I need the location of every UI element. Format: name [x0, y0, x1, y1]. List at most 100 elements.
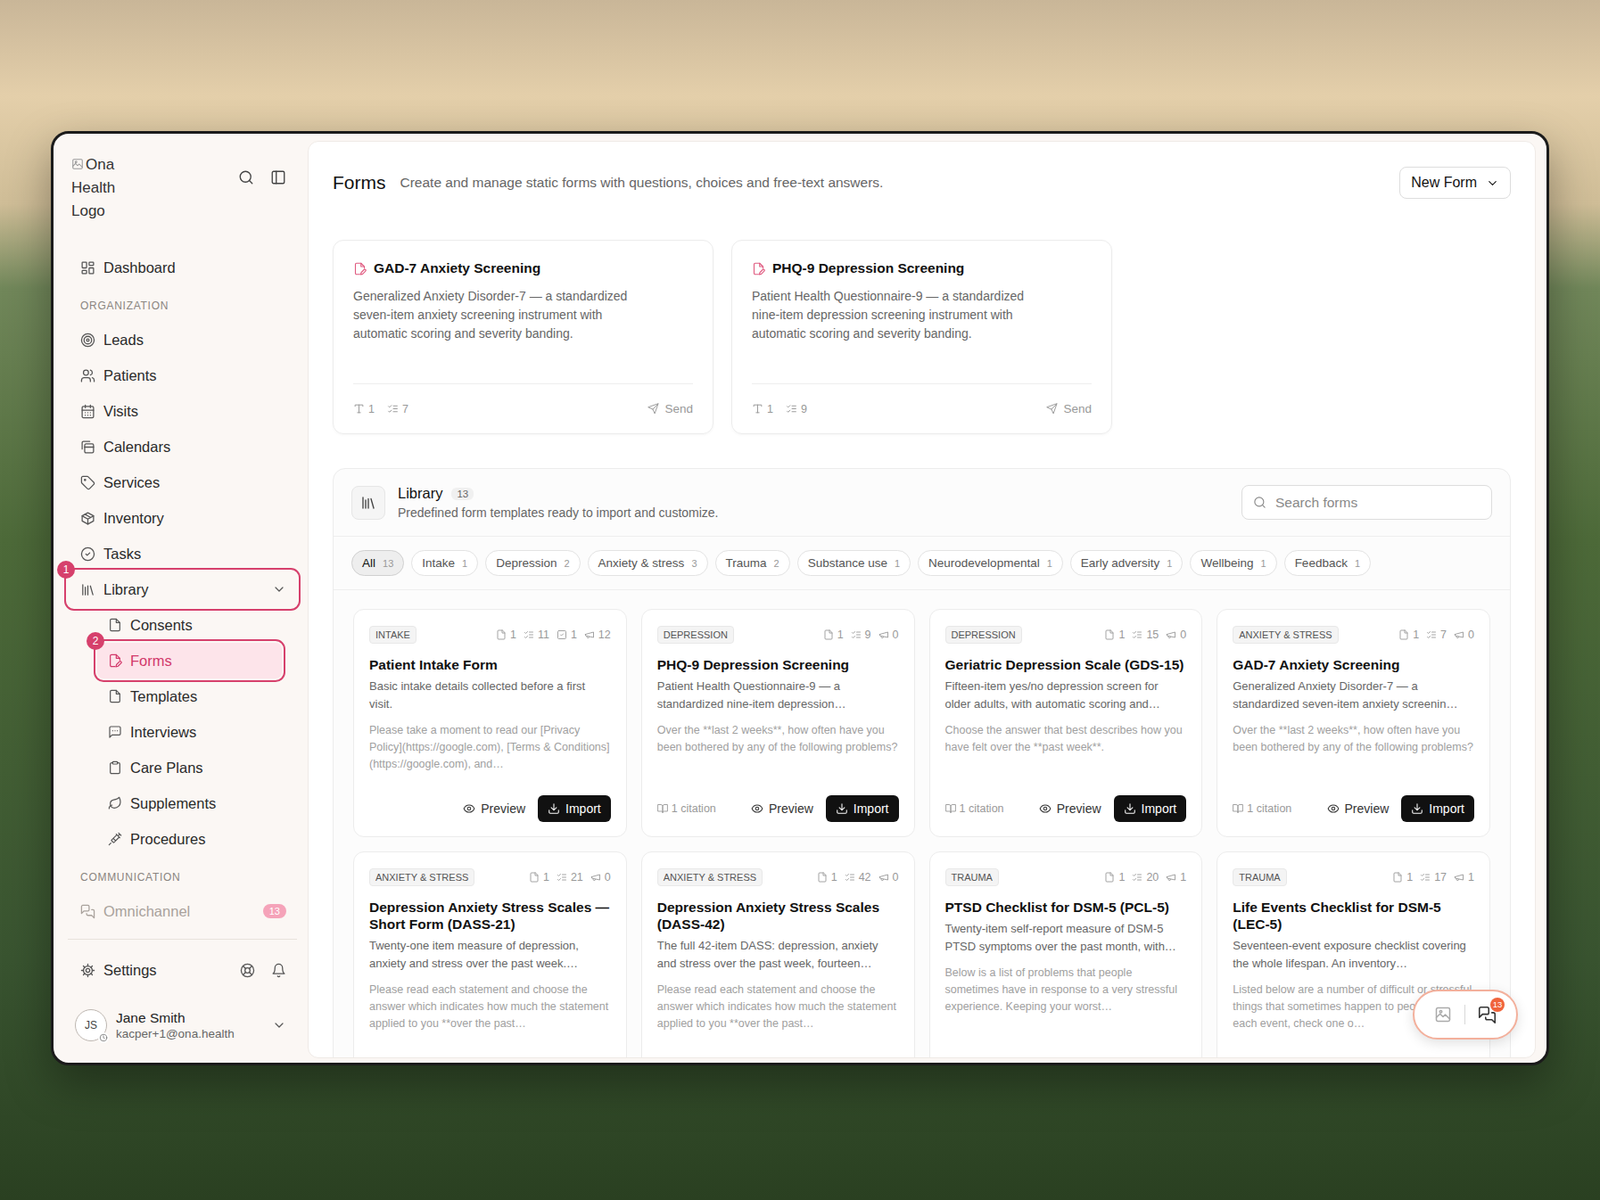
download-icon [1410, 802, 1424, 816]
library-count: 13 [451, 487, 474, 501]
nav-item[interactable]: Omnichannel13 [67, 893, 297, 930]
subnav-item[interactable]: Interviews [97, 714, 282, 751]
new-form-button[interactable]: New Form [1399, 166, 1511, 199]
template-stat: 0 [878, 871, 899, 884]
template-title: Patient Intake Form [369, 656, 611, 674]
lifebuoy-icon[interactable] [239, 963, 256, 979]
logo[interactable]: Ona Health Logo [71, 153, 129, 223]
bell-icon[interactable] [271, 963, 287, 979]
filter-chip[interactable]: Neurodevelopmental1 [917, 550, 1064, 577]
import-button[interactable]: Import [1113, 795, 1188, 823]
form-stat: 1 [751, 403, 774, 416]
template-stat: 12 [584, 628, 611, 642]
nav-item[interactable]: Visits [67, 393, 297, 429]
citation[interactable]: 1 citation [1232, 802, 1292, 816]
nav-label: Care Plans [130, 759, 204, 777]
preview-button[interactable]: Preview [1319, 796, 1397, 822]
import-button[interactable]: Import [825, 795, 899, 823]
category-tag: TRAUMA [1232, 868, 1287, 887]
template-card[interactable]: DEPRESSION190PHQ-9 Depression ScreeningP… [641, 609, 916, 838]
template-card[interactable]: INTAKE111112Patient Intake FormBasic int… [353, 609, 627, 838]
chat-widget[interactable]: 13 [1412, 989, 1518, 1040]
subnav-item[interactable]: Consents [97, 607, 282, 644]
filter-chip[interactable]: Early adversity1 [1070, 550, 1184, 577]
template-title: Depression Anxiety Stress Scales (DASS-4… [657, 898, 899, 933]
form-stat: 1 [353, 403, 375, 416]
filter-chip[interactable]: Depression2 [485, 550, 580, 577]
user-menu[interactable]: JSJane Smithkacper+1@ona.health [67, 1007, 297, 1044]
filter-chip[interactable]: Feedback1 [1284, 550, 1371, 577]
subnav-item[interactable]: Supplements [97, 785, 282, 822]
template-stat: 17 [1419, 871, 1447, 884]
search-icon [1253, 495, 1267, 510]
preview-button[interactable]: Preview [1031, 796, 1109, 822]
nav-label: Visits [103, 403, 139, 421]
category-tag: ANXIETY & STRESS [657, 868, 763, 887]
template-meta: DEPRESSION190 [657, 626, 899, 644]
chat-badge: 13 [1490, 997, 1505, 1013]
filter-chip[interactable]: Substance use1 [797, 550, 911, 577]
nav-item[interactable]: Dashboard [67, 249, 297, 286]
library-panel: Library13Predefined form templates ready… [332, 468, 1511, 1059]
preview-button[interactable]: Preview [743, 796, 821, 822]
filter-chip[interactable]: All13 [351, 550, 405, 577]
filter-chip[interactable]: Anxiety & stress3 [587, 550, 709, 577]
filter-chip[interactable]: Intake1 [411, 550, 479, 577]
tag-icon [80, 475, 96, 491]
template-footer: 1 citation PreviewImport [945, 784, 1188, 823]
template-card[interactable]: ANXIETY & STRESS1420Depression Anxiety S… [641, 851, 916, 1059]
send-button[interactable]: Send [1046, 400, 1092, 418]
nav-item[interactable]: Services [67, 464, 297, 501]
citation[interactable]: 1 citation [657, 802, 717, 816]
form-description: Generalized Anxiety Disorder-7 — a stand… [353, 287, 693, 344]
settings-item[interactable]: Settings [67, 952, 240, 989]
nav-item[interactable]: Library1 [67, 571, 297, 608]
category-tag: INTAKE [369, 626, 417, 644]
nav-item[interactable]: Inventory [67, 500, 297, 537]
package-icon [80, 511, 96, 527]
nav-item[interactable]: Calendars [67, 428, 297, 465]
nav-label: Dashboard [103, 259, 176, 277]
form-description: Patient Health Questionnaire-9 — a stand… [751, 287, 1092, 344]
nav-section: COMMUNICATIONOmnichannel13 [67, 857, 297, 930]
template-card[interactable]: TRAUMA1201PTSD Checklist for DSM-5 (PCL-… [929, 851, 1204, 1059]
subnav-item[interactable]: Procedures [97, 821, 282, 858]
list-checks-icon [785, 403, 798, 415]
form-card[interactable]: GAD-7 Anxiety ScreeningGeneralized Anxie… [332, 239, 714, 435]
import-button[interactable]: Import [537, 795, 611, 823]
filter-chip[interactable]: Trauma2 [715, 550, 791, 577]
form-card[interactable]: PHQ-9 Depression ScreeningPatient Health… [731, 239, 1113, 435]
subnav-item[interactable]: Templates [97, 678, 282, 715]
preview-button[interactable]: Preview [455, 796, 533, 822]
template-card[interactable]: DEPRESSION1150Geriatric Depression Scale… [929, 609, 1204, 838]
search-field[interactable]: Search forms [1241, 485, 1493, 520]
template-description: Twenty-item self-report measure of DSM-5… [945, 920, 1188, 957]
nav-label: Services [103, 474, 160, 492]
template-card[interactable]: ANXIETY & STRESS170GAD-7 Anxiety Screeni… [1216, 609, 1491, 838]
count-badge: 13 [263, 904, 287, 919]
panel-icon[interactable] [270, 169, 287, 186]
nav-item[interactable]: Tasks [67, 536, 297, 572]
main-panel: FormsCreate and manage static forms with… [307, 140, 1536, 1059]
subnav-item[interactable]: Forms2 [97, 643, 282, 679]
search-icon[interactable] [238, 169, 255, 186]
template-meta: ANXIETY & STRESS170 [1232, 626, 1475, 644]
grid-icon [80, 260, 96, 276]
subnav-item[interactable]: Care Plans [97, 750, 282, 786]
send-icon [647, 403, 660, 415]
nav-item[interactable]: Patients [67, 357, 297, 394]
nav-item[interactable]: Leads [67, 321, 297, 358]
chat-icon [80, 904, 96, 920]
send-button[interactable]: Send [647, 400, 693, 418]
nav-label: Patients [103, 367, 157, 385]
citation[interactable]: 1 citation [945, 802, 1005, 816]
chevron-down-icon[interactable] [272, 582, 287, 597]
list-checks-icon [844, 872, 856, 883]
template-card[interactable]: ANXIETY & STRESS1210Depression Anxiety S… [353, 851, 627, 1059]
library-icon [80, 582, 96, 598]
import-button[interactable]: Import [1401, 795, 1475, 823]
filter-chip[interactable]: Wellbeing1 [1189, 550, 1277, 577]
nav-label: Consents [130, 617, 193, 635]
list-checks-icon [556, 872, 568, 883]
form-footer: 19Send [751, 383, 1092, 418]
